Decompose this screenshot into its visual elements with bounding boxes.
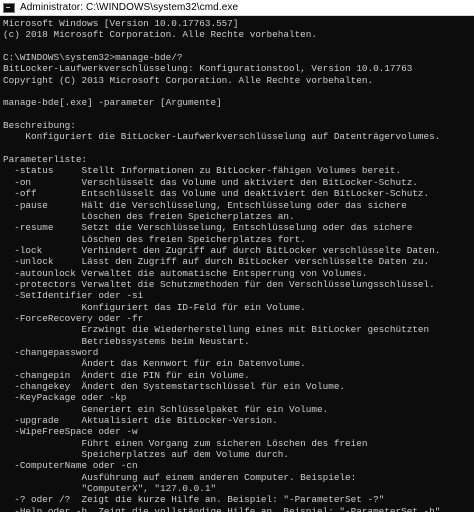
console-line: -protectors Verwaltet die Schutzmethoden… bbox=[3, 278, 435, 290]
console-line: -WipeFreeSpace oder -w bbox=[3, 426, 138, 438]
console-output[interactable]: Microsoft Windows [Version 10.0.17763.55… bbox=[0, 18, 474, 512]
console-line: -autounlock Verwaltet die automatische E… bbox=[3, 267, 368, 279]
console-line: -? oder /? Zeigt die kurze Hilfe an. Bei… bbox=[3, 494, 385, 506]
console-line: Erzwingt die Wiederherstellung eines mit… bbox=[3, 324, 430, 336]
console-line: C:\WINDOWS\system32>manage-bde/? bbox=[3, 52, 183, 64]
console-window: Administrator: C:\WINDOWS\system32\cmd.e… bbox=[0, 0, 474, 512]
console-line: -on Verschlüsselt das Volume und aktivie… bbox=[3, 176, 418, 188]
console-line: Löschen des freien Speicherplatzes fort. bbox=[3, 233, 306, 245]
console-line: Speicherplatzes auf dem Volume durch. bbox=[3, 449, 289, 461]
console-line: -lock Verhindert den Zugriff auf durch B… bbox=[3, 244, 441, 256]
console-icon bbox=[3, 2, 15, 13]
console-line: Copyright (C) 2013 Microsoft Corporation… bbox=[3, 74, 374, 86]
console-line: manage-bde[.exe] -parameter [Argumente] bbox=[3, 97, 222, 109]
console-line: -unlock Lässt den Zugriff auf durch BitL… bbox=[3, 256, 430, 268]
console-line: Konfiguriert das ID-Feld für ein Volume. bbox=[3, 301, 306, 313]
console-line: -ForceRecovery oder -fr bbox=[3, 312, 144, 324]
console-line: Beschreibung: bbox=[3, 120, 76, 132]
console-line: Löschen des freien Speicherplatzes an. bbox=[3, 210, 295, 222]
console-line: BitLocker-Laufwerkverschlüsselung: Konfi… bbox=[3, 63, 413, 75]
window-title: Administrator: C:\WINDOWS\system32\cmd.e… bbox=[20, 2, 239, 13]
console-line: -KeyPackage oder -kp bbox=[3, 392, 127, 404]
console-line: -resume Setzt die Verschlüsselung, Entsc… bbox=[3, 222, 413, 234]
console-line: -upgrade Aktualisiert die BitLocker-Vers… bbox=[3, 415, 278, 427]
console-line: Microsoft Windows [Version 10.0.17763.55… bbox=[3, 18, 239, 29]
console-line: Generiert ein Schlüsselpaket für ein Vol… bbox=[3, 403, 329, 415]
console-line: Konfiguriert die BitLocker-Laufwerkversc… bbox=[3, 131, 441, 143]
console-line: -changepassword bbox=[3, 346, 99, 358]
title-bar[interactable]: Administrator: C:\WINDOWS\system32\cmd.e… bbox=[0, 0, 474, 16]
console-line: Ändert das Kennwort für ein Datenvolume. bbox=[3, 358, 306, 370]
console-line: -changekey Ändert den Systemstartschlüss… bbox=[3, 381, 346, 392]
console-line: Betriebssystems beim Neustart. bbox=[3, 335, 250, 347]
console-line: -ComputerName oder -cn bbox=[3, 460, 138, 472]
console-line: -off Entschlüsselt das Volume und deakti… bbox=[3, 188, 430, 200]
console-line: -pause Hält die Verschlüsselung, Entschl… bbox=[3, 199, 407, 211]
console-line: "ComputerX", "127.0.0.1" bbox=[3, 483, 217, 495]
console-line: -status Stellt Informationen zu BitLocke… bbox=[3, 165, 402, 177]
console-line: Ausführung auf einem anderen Computer. B… bbox=[3, 471, 357, 483]
console-line: -SetIdentifier oder -si bbox=[3, 290, 144, 302]
console-line: -changepin Ändert die PIN für ein Volume… bbox=[3, 369, 250, 381]
console-line: (c) 2018 Microsoft Corporation. Alle Rec… bbox=[3, 29, 318, 41]
console-line: Führt einen Vorgang zum sicheren Löschen… bbox=[3, 437, 368, 449]
console-line: Parameterliste: bbox=[3, 154, 88, 166]
console-line: -Help oder -h Zeigt die vollständige Hil… bbox=[3, 505, 441, 512]
